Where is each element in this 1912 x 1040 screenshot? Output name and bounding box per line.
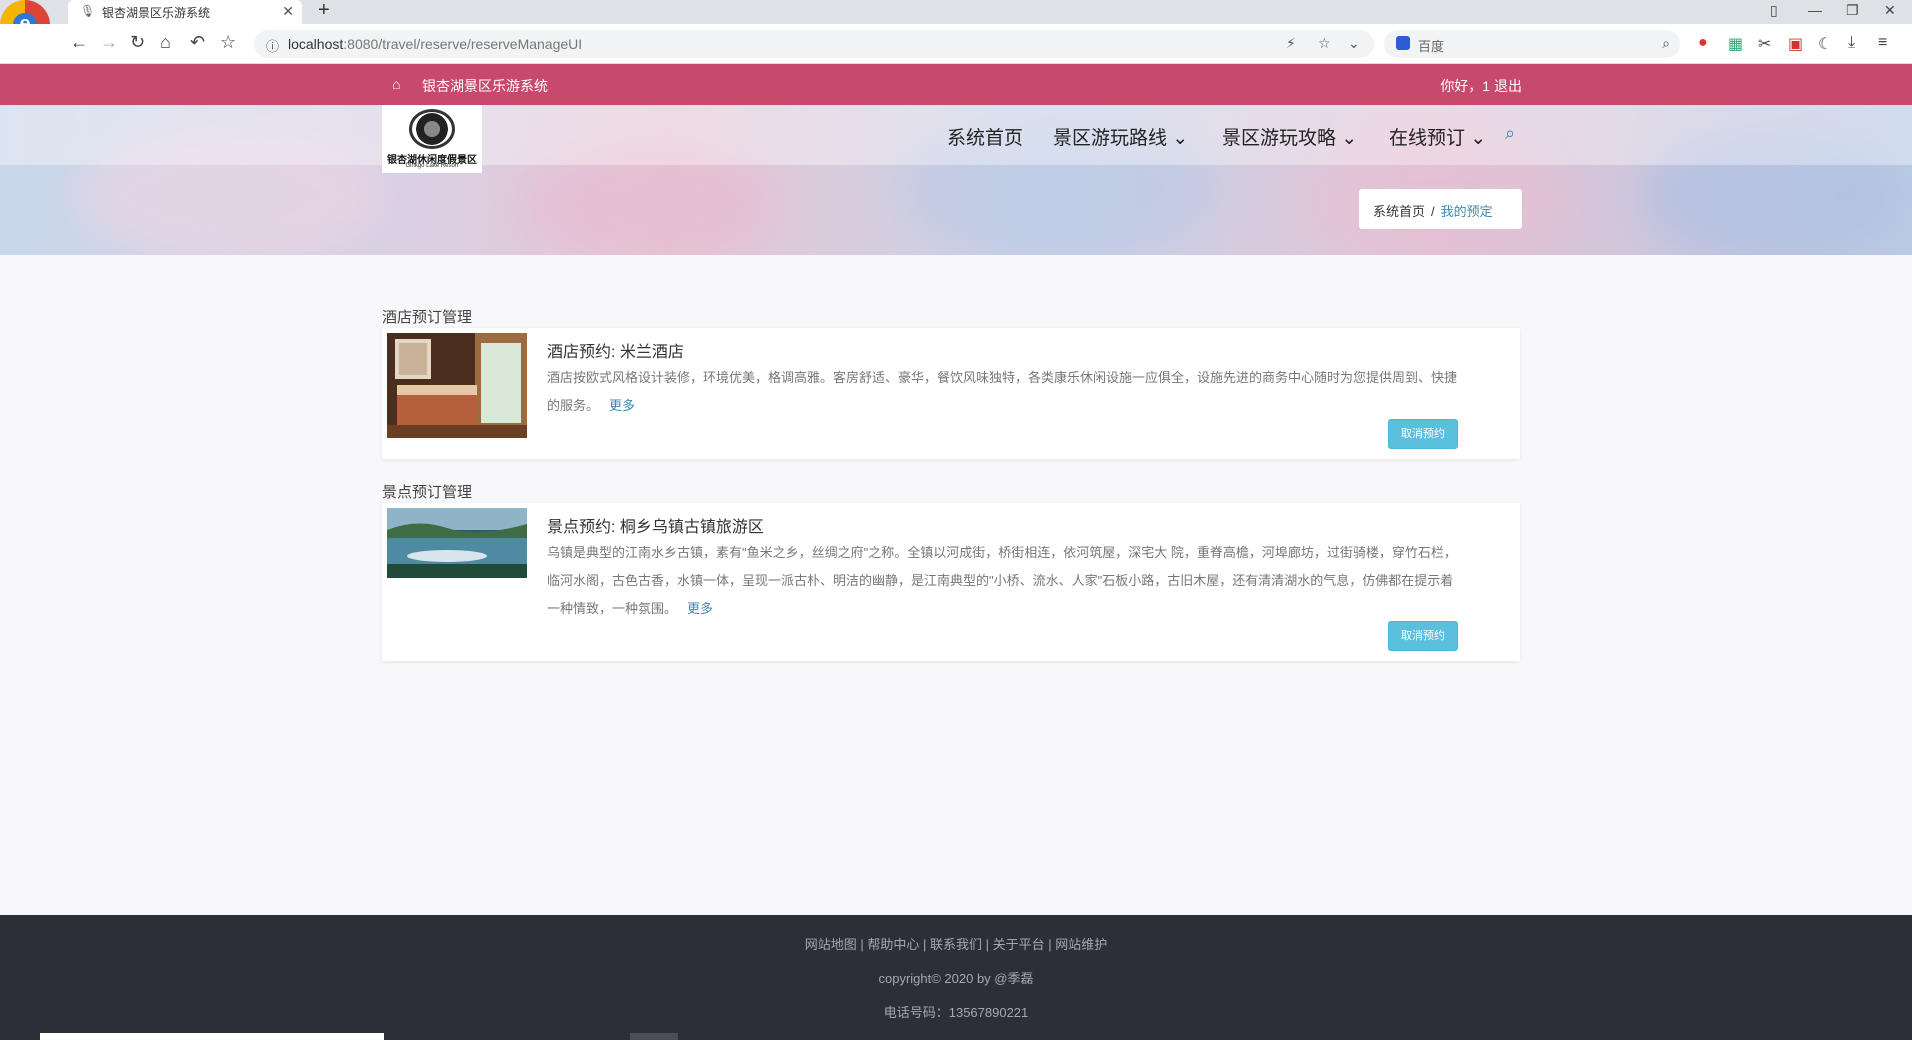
hotel-thumbnail[interactable]	[387, 333, 527, 438]
logo-subtext: Ginkgo Lake Resort	[405, 163, 459, 169]
site-name-link[interactable]: 银杏湖景区乐游系统	[422, 76, 548, 96]
breadcrumb-current: 我的预定	[1440, 204, 1493, 219]
hero-banner: 银杏湖休闲度假景区 Ginkgo Lake Resort 系统首页 景区游玩路线…	[0, 105, 1912, 255]
url-path: :8080/travel/reserve/reserveManageUI	[343, 36, 583, 52]
url-input[interactable]: ⓘ localhost:8080/travel/reserve/reserveM…	[254, 30, 1374, 58]
favorite-star-icon[interactable]: ☆	[1318, 35, 1331, 52]
search-icon[interactable]: ⌕	[1662, 35, 1670, 52]
address-bar: ← → ↻ ⌂ ↶ ☆ ⓘ localhost:8080/travel/rese…	[0, 24, 1912, 64]
maximize-icon[interactable]: ❐	[1846, 2, 1859, 19]
scissors-icon[interactable]: ✂	[1758, 34, 1771, 54]
user-greeting-logout[interactable]: 你好，1 退出	[1440, 76, 1522, 96]
new-tab-button[interactable]: +	[318, 0, 330, 20]
tab-favicon-icon: 🎙	[80, 4, 96, 18]
taskbar-fragment	[40, 1033, 384, 1040]
hotel-cancel-button[interactable]: 取消预约	[1388, 419, 1458, 449]
pdf-icon[interactable]: ▣	[1788, 34, 1803, 54]
search-placeholder: 百度	[1418, 39, 1445, 54]
tab-close-icon[interactable]: ✕	[282, 3, 294, 20]
hotel-desc-text: 酒店按欧式风格设计装修，环境优美，格调高雅。客房舒适、豪华，餐饮风味独特，各类康…	[547, 370, 1458, 413]
tab-title: 银杏湖景区乐游系统	[102, 6, 211, 20]
site-top-bar: ⌂ 银杏湖景区乐游系统 你好，1 退出	[0, 64, 1912, 105]
restore-layout-icon[interactable]: ▯	[1770, 2, 1778, 19]
search-input[interactable]: 百度 ⌕	[1384, 30, 1680, 58]
browser-tab[interactable]: 🎙 银杏湖景区乐游系统 ✕	[68, 0, 302, 24]
nav-booking[interactable]: 在线预订 ⌄	[1389, 123, 1486, 150]
spot-section-title: 景点预订管理	[382, 484, 473, 501]
minimize-icon[interactable]: —	[1808, 2, 1822, 18]
undo-close-icon[interactable]: ↶	[190, 32, 205, 53]
forward-icon[interactable]: →	[100, 32, 118, 53]
hotel-reservation-card: 酒店预约: 米兰酒店 酒店按欧式风格设计装修，环境优美，格调高雅。客房舒适、豪华…	[382, 328, 1520, 459]
nav-routes[interactable]: 景区游玩路线 ⌄	[1053, 123, 1188, 150]
home-icon[interactable]: ⌂	[392, 76, 400, 92]
spot-cancel-button[interactable]: 取消预约	[1388, 621, 1458, 651]
back-icon[interactable]: ←	[70, 32, 88, 53]
taskbar-fragment	[630, 1033, 678, 1040]
spot-desc-text: 乌镇是典型的江南水乡古镇，素有"鱼米之乡，丝绸之府"之称。全镇以河成街，桥街相连…	[547, 545, 1457, 616]
hotel-more-link[interactable]: 更多	[609, 398, 635, 413]
footer-phone: 电话号码：13567890221	[883, 1005, 1029, 1020]
site-logo[interactable]: 银杏湖休闲度假景区 Ginkgo Lake Resort	[382, 105, 482, 173]
spot-thumbnail[interactable]	[387, 508, 527, 578]
hotel-section-title: 酒店预订管理	[382, 309, 473, 326]
footer-copyright: copyright© 2020 by @季磊	[878, 971, 1034, 986]
spot-reservation-desc: 乌镇是典型的江南水乡古镇，素有"鱼米之乡，丝绸之府"之称。全镇以河成街，桥街相连…	[547, 539, 1457, 623]
close-window-icon[interactable]: ✕	[1884, 2, 1896, 19]
logo-emblem-icon	[409, 109, 455, 149]
hotel-reservation-title: 酒店预约: 米兰酒店	[547, 344, 684, 361]
site-info-icon[interactable]: ⓘ	[266, 36, 279, 55]
browser-tab-bar: 🎙 银杏湖景区乐游系统 ✕ + ▯ — ❐ ✕	[0, 0, 1912, 24]
home-icon[interactable]: ⌂	[160, 32, 171, 53]
reload-icon[interactable]: ↻	[130, 32, 145, 53]
menu-icon[interactable]: ≡	[1878, 34, 1887, 52]
download-icon[interactable]: ⤓	[1848, 34, 1855, 52]
site-footer: 网站地图 | 帮助中心 | 联系我们 | 关于平台 | 网站维护 copyrig…	[0, 915, 1912, 1040]
night-mode-icon[interactable]: ☾	[1818, 34, 1832, 54]
breadcrumb-separator: /	[1431, 204, 1435, 219]
url-host: localhost	[288, 36, 344, 52]
breadcrumb: 系统首页 / 我的预定	[1359, 189, 1522, 229]
lightning-icon[interactable]: ⚡	[1286, 35, 1296, 52]
breadcrumb-home[interactable]: 系统首页	[1373, 204, 1425, 219]
hotel-reservation-desc: 酒店按欧式风格设计装修，环境优美，格调高雅。客房舒适、豪华，餐饮风味独特，各类康…	[547, 364, 1457, 420]
spot-reservation-card: 景点预约: 桐乡乌镇古镇旅游区 乌镇是典型的江南水乡古镇，素有"鱼米之乡，丝绸之…	[382, 503, 1520, 661]
spot-reservation-title: 景点预约: 桐乡乌镇古镇旅游区	[547, 519, 764, 536]
extension-weibo-icon[interactable]: ●	[1698, 34, 1708, 52]
search-icon[interactable]: ⌕	[1505, 123, 1515, 144]
bookmark-star-icon[interactable]: ☆	[220, 32, 236, 53]
nav-guides[interactable]: 景区游玩攻略 ⌄	[1222, 123, 1357, 150]
chevron-down-icon[interactable]: ⌄	[1348, 35, 1360, 52]
spot-more-link[interactable]: 更多	[687, 601, 713, 616]
nav-home[interactable]: 系统首页	[947, 123, 1023, 150]
extension-apps-icon[interactable]: ▦	[1728, 34, 1743, 54]
baidu-logo-icon	[1396, 36, 1410, 50]
footer-links[interactable]: 网站地图 | 帮助中心 | 联系我们 | 关于平台 | 网站维护	[0, 934, 1912, 953]
